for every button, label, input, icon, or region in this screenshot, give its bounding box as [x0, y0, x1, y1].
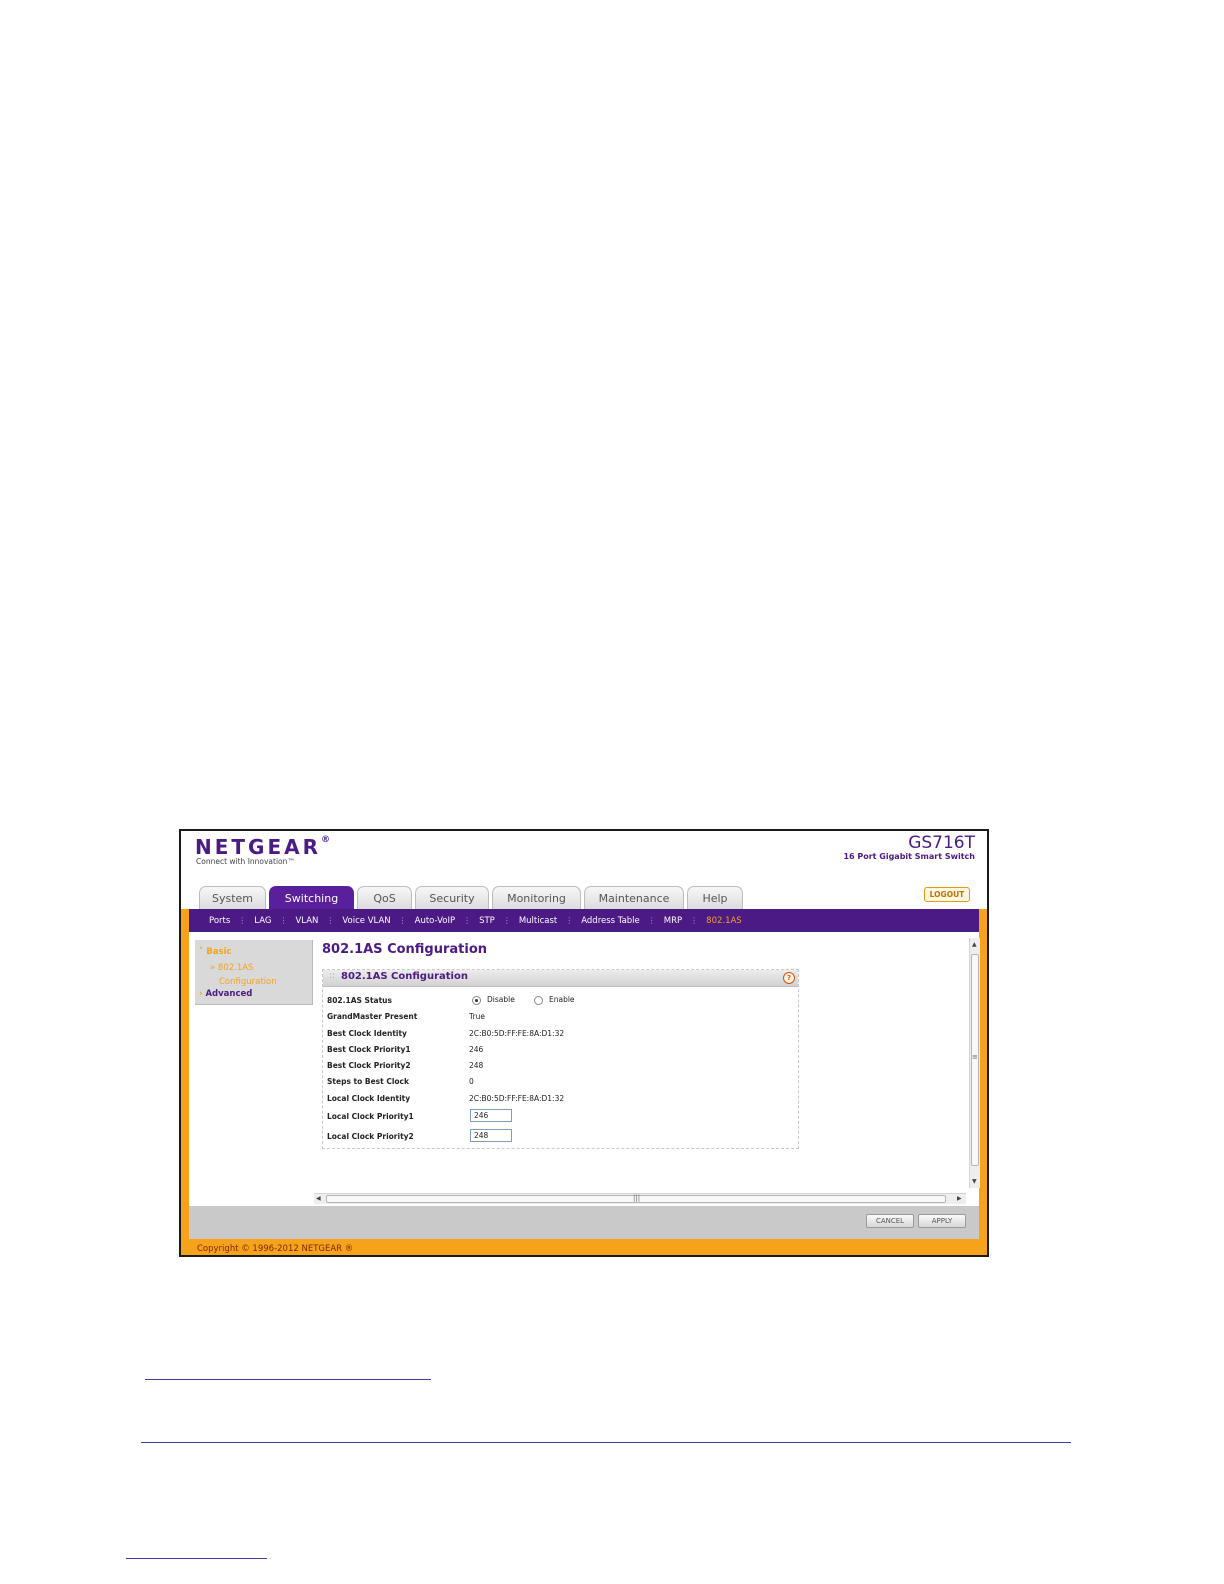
status-enable-label: Enable [549, 995, 575, 1004]
help-icon[interactable]: ? [783, 972, 795, 984]
subnav-ports[interactable]: Ports [209, 916, 230, 926]
scroll-right-icon[interactable]: ▶ [957, 1195, 962, 1202]
vertical-scroll-thumb[interactable]: ≡ [971, 954, 979, 1166]
sidebar-item-802-1as-configuration[interactable]: » 802.1AS Configuration [210, 961, 277, 989]
grip-icon: ≡ [972, 1053, 978, 1061]
bullet-icon: » [210, 963, 218, 973]
tab-help[interactable]: Help [687, 886, 743, 909]
content-area: ˅ Basic » 802.1AS Configuration › Advance… [189, 932, 980, 1206]
model-description: 16 Port Gigabit Smart Switch [843, 852, 975, 861]
field-value: 248 [469, 1061, 484, 1070]
page-title: 802.1AS Configuration [322, 942, 488, 957]
field-label: Best Clock Priority1 [327, 1045, 411, 1054]
subnav-separator: ⋮ [326, 916, 335, 925]
model-name: GS716T [908, 833, 975, 853]
field-value: 2C:B0:5D:FF:FE:8A:D1:32 [469, 1094, 565, 1103]
grip-icon: ||| [633, 1194, 641, 1202]
sidebar-item-advanced[interactable]: › Advanced [199, 989, 252, 999]
tab-system[interactable]: System [199, 886, 266, 909]
subnav-separator: ⋮ [647, 916, 656, 925]
horizontal-scrollbar[interactable]: ◀ ||| ▶ [314, 1193, 966, 1204]
tab-maintenance[interactable]: Maintenance [584, 886, 684, 909]
sub-navigation: Ports ⋮ LAG ⋮ VLAN ⋮ Voice VLAN ⋮ Auto-VoIP ⋮… [189, 909, 979, 932]
subnav-802-1as[interactable]: 802.1AS [706, 916, 742, 926]
subnav-multicast[interactable]: Multicast [519, 916, 557, 926]
vertical-scrollbar[interactable]: ▲ ≡ ▼ [969, 938, 980, 1188]
subnav-separator: ⋮ [565, 916, 574, 925]
cancel-button[interactable]: CANCEL [866, 1214, 914, 1228]
subnav-separator: ⋮ [690, 916, 699, 925]
subnav-auto-voip[interactable]: Auto-VoIP [415, 916, 455, 926]
footnote-rule [145, 1379, 431, 1380]
subnav-lag[interactable]: LAG [254, 916, 271, 926]
field-label: Best Clock Identity [327, 1029, 407, 1038]
tagline: Connect with Innovation™ [196, 857, 295, 866]
subnav-vlan[interactable]: VLAN [295, 916, 318, 926]
sidebar: ˅ Basic » 802.1AS Configuration › Advance… [195, 940, 313, 1005]
status-enable-radio[interactable] [534, 996, 543, 1005]
tab-switching[interactable]: Switching [269, 886, 354, 909]
page-footer-link-rule [126, 1558, 267, 1559]
tab-security[interactable]: Security [415, 886, 489, 909]
scroll-left-icon[interactable]: ◀ [316, 1195, 321, 1202]
button-bar: CANCEL APPLY [189, 1206, 979, 1239]
subnav-separator: ⋮ [279, 916, 288, 925]
subnav-address-table[interactable]: Address Table [581, 916, 640, 926]
status-disable-radio[interactable] [472, 996, 481, 1005]
local-priority1-input[interactable] [470, 1109, 512, 1122]
apply-button[interactable]: APPLY [918, 1214, 966, 1228]
logout-button[interactable]: LOGOUT [924, 887, 970, 902]
field-label: Steps to Best Clock [327, 1077, 409, 1086]
local-priority1-label: Local Clock Priority1 [327, 1112, 414, 1121]
tab-monitoring[interactable]: Monitoring [492, 886, 581, 909]
field-value: 2C:B0:5D:FF:FE:8A:D1:32 [469, 1029, 565, 1038]
config-panel: :: 802.1AS Configuration ? 802.1AS Statu… [322, 969, 799, 1149]
status-disable-label: Disable [487, 995, 515, 1004]
subnav-separator: ⋮ [463, 916, 472, 925]
local-priority2-input[interactable] [470, 1129, 512, 1142]
subnav-voice-vlan[interactable]: Voice VLAN [342, 916, 390, 926]
scroll-up-icon[interactable]: ▲ [972, 941, 977, 948]
copyright: Copyright © 1996-2012 NETGEAR ® [197, 1244, 354, 1254]
field-label: Local Clock Identity [327, 1094, 411, 1103]
subnav-separator: ⋮ [502, 916, 511, 925]
screenshot-frame: NETGEAR® Connect with Innovation™ GS716T… [179, 829, 989, 1257]
grip-icon: :: [329, 971, 336, 981]
local-priority2-label: Local Clock Priority2 [327, 1132, 414, 1141]
field-value: 246 [469, 1045, 484, 1054]
subnav-separator: ⋮ [238, 916, 247, 925]
header: NETGEAR® Connect with Innovation™ GS716T… [181, 831, 987, 909]
page-footer-rule [141, 1442, 1071, 1443]
field-value: True [469, 1012, 485, 1021]
subnav-separator: ⋮ [398, 916, 407, 925]
horizontal-scroll-thumb[interactable]: ||| [326, 1194, 946, 1203]
scroll-down-icon[interactable]: ▼ [972, 1178, 977, 1185]
subnav-mrp[interactable]: MRP [664, 916, 682, 926]
sidebar-item-basic[interactable]: ˅ Basic [199, 947, 231, 957]
panel-header: :: 802.1AS Configuration ? [323, 970, 798, 987]
status-label: 802.1AS Status [327, 996, 392, 1005]
field-label: Best Clock Priority2 [327, 1061, 411, 1070]
netgear-logo: NETGEAR® [195, 835, 330, 859]
field-value: 0 [469, 1077, 474, 1086]
panel-title: 802.1AS Configuration [341, 971, 468, 982]
field-label: GrandMaster Present [327, 1012, 418, 1021]
subnav-stp[interactable]: STP [479, 916, 495, 926]
tab-qos[interactable]: QoS [357, 886, 412, 909]
